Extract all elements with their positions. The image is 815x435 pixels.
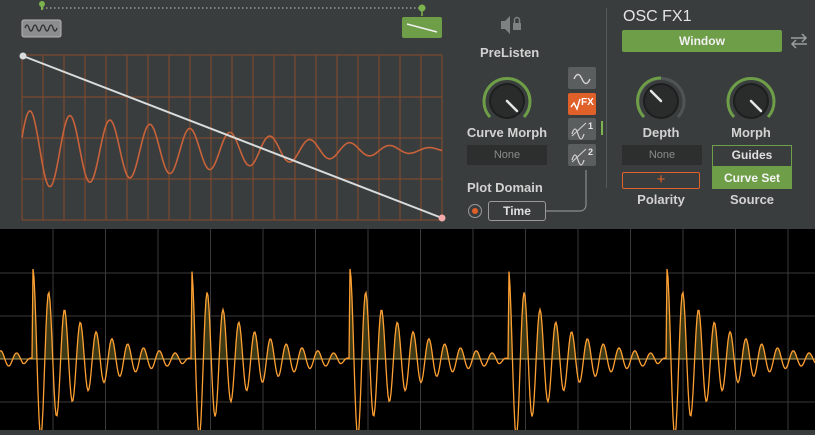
fx-icon[interactable]: FX — [568, 93, 596, 115]
source-option-curve-set[interactable]: Curve Set — [712, 167, 792, 189]
plot-domain-time-button[interactable]: Time — [488, 201, 546, 221]
morph-2-icon[interactable]: 2 — [568, 144, 596, 166]
window-mode-button[interactable]: Window — [622, 30, 782, 52]
curve-end-point[interactable] — [438, 214, 446, 222]
curve-editor-canvas[interactable] — [0, 0, 459, 227]
waveform-canvas — [0, 229, 815, 435]
fx-icon-label: FX — [581, 97, 594, 108]
plot-domain-label: Plot Domain — [467, 180, 543, 195]
fx-active-indicator — [601, 121, 603, 135]
swap-arrows-icon[interactable] — [789, 32, 809, 50]
plot-domain-radio[interactable] — [468, 204, 482, 218]
morph-2-label: 2 — [588, 147, 593, 157]
curve-morph-dropdown[interactable]: None — [467, 145, 547, 165]
curve-morph-label: Curve Morph — [466, 125, 548, 140]
waveform-display — [0, 229, 815, 435]
source-label: Source — [729, 192, 775, 207]
polarity-button[interactable]: + — [622, 172, 700, 189]
ramp-down-thumbnail-icon[interactable] — [402, 17, 442, 38]
osc-fx-title: OSC FX1 — [623, 8, 692, 25]
morph-1-icon[interactable]: 1 — [568, 118, 596, 140]
depth-label: Depth — [642, 125, 680, 140]
depth-dropdown[interactable]: None — [622, 145, 702, 165]
section-divider — [606, 8, 607, 188]
curve-start-point[interactable] — [19, 52, 27, 60]
top-panel: PreListen Curve Morph None Plot Domain T… — [0, 0, 815, 227]
sine-wave-thumbnail-icon[interactable] — [21, 19, 62, 38]
curve-editor[interactable] — [0, 0, 459, 227]
sine-icon[interactable] — [568, 67, 596, 89]
polarity-label: Polarity — [637, 192, 685, 207]
speaker-lock-icon[interactable] — [499, 14, 523, 36]
waveform-line — [0, 268, 815, 435]
morph-1-label: 1 — [588, 121, 593, 131]
waveform-fill — [0, 269, 815, 359]
morph-label: Morph — [731, 125, 771, 140]
prelisten-label[interactable]: PreListen — [480, 45, 539, 60]
source-option-guides[interactable]: Guides — [712, 145, 792, 167]
